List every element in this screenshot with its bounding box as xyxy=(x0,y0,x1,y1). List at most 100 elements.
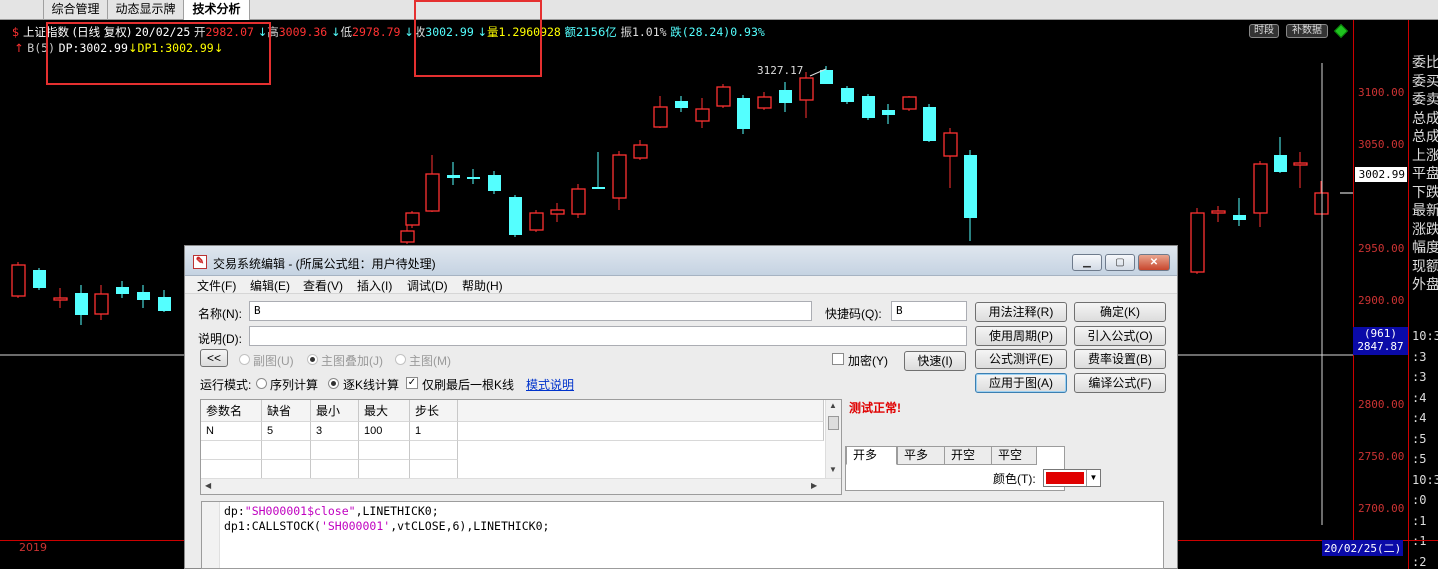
candle-body xyxy=(1253,163,1268,214)
param-cell-empty[interactable] xyxy=(359,460,410,479)
mode-sequence-radio[interactable] xyxy=(256,378,267,389)
menu-insert[interactable]: 插入(I) xyxy=(357,277,392,294)
side-panel-time: :3 xyxy=(1412,349,1427,364)
maximize-button[interactable]: ▢ xyxy=(1105,254,1135,271)
color-dropdown[interactable]: ▼ xyxy=(1043,469,1101,487)
main-chart-radio[interactable] xyxy=(395,354,406,365)
collapse-button[interactable]: << xyxy=(200,349,228,367)
import-formula-button[interactable]: 引入公式(O) xyxy=(1074,326,1166,346)
current-price-badge: 3002.99 xyxy=(1355,167,1407,182)
high-value: 3009.36 xyxy=(278,25,328,39)
run-mode-label: 运行模式: xyxy=(200,378,252,392)
encrypt-checkbox[interactable] xyxy=(832,353,844,365)
compile-formula-button[interactable]: 编译公式(F) xyxy=(1074,373,1166,393)
candle-body xyxy=(964,155,977,218)
chevron-down-icon[interactable]: ▼ xyxy=(1086,470,1100,486)
quick-button[interactable]: 快速(I) xyxy=(904,351,966,371)
menu-help[interactable]: 帮助(H) xyxy=(462,277,503,294)
menu-debug[interactable]: 调试(D) xyxy=(407,277,448,294)
menu-file[interactable]: 文件(F) xyxy=(197,277,236,294)
side-panel-time: :4 xyxy=(1412,411,1427,425)
param-cell[interactable]: N xyxy=(201,422,262,441)
candle-body xyxy=(1274,155,1287,172)
param-cell[interactable]: 5 xyxy=(262,422,311,441)
subchart-radio[interactable] xyxy=(239,354,250,365)
time-segment-button[interactable]: 时段 xyxy=(1249,24,1279,38)
param-cell[interactable]: 3 xyxy=(311,422,359,441)
mode-per-kline-radio[interactable] xyxy=(328,378,339,389)
crosshair-value: 2847.87 xyxy=(1357,340,1404,353)
scroll-down-arrow-icon[interactable]: ▼ xyxy=(829,465,837,474)
name-field[interactable]: B xyxy=(249,301,812,321)
color-label: 颜色(T): xyxy=(993,472,1036,486)
fee-settings-button[interactable]: 费率设置(B) xyxy=(1074,349,1166,369)
tab-technical-analysis[interactable]: 技术分析 xyxy=(184,0,250,20)
only-last-kline-checkbox[interactable]: ✓ xyxy=(406,377,418,389)
app-icon: ✎ xyxy=(193,255,207,269)
table-vertical-scrollbar[interactable]: ▲ ▼ xyxy=(825,400,841,478)
description-field[interactable] xyxy=(249,326,967,346)
minimize-button[interactable]: ▁ xyxy=(1072,254,1102,271)
candle-body xyxy=(675,101,688,108)
candle-body xyxy=(405,212,420,226)
ok-button[interactable]: 确定(K) xyxy=(1074,302,1166,322)
shortcut-field[interactable]: B xyxy=(891,301,967,321)
tab-overview[interactable]: 综合管理 xyxy=(44,0,108,20)
candle-body xyxy=(75,293,88,315)
candle-body xyxy=(400,230,415,243)
indicator-dollar-icon[interactable]: $ xyxy=(12,25,19,39)
side-panel-label: 最新 xyxy=(1412,203,1438,219)
overlay-radio[interactable] xyxy=(307,354,318,365)
side-panel-time: :4 xyxy=(1412,390,1427,405)
formula-code-editor[interactable]: dp:"SH000001$close",LINETHICK0; dp1:CALL… xyxy=(201,501,1164,569)
param-cell-empty[interactable] xyxy=(201,441,262,460)
tab-close-short[interactable]: 平空 xyxy=(991,446,1037,465)
scroll-right-arrow-icon[interactable]: ▶ xyxy=(811,481,817,490)
tab-dynamic-board[interactable]: 动态显示牌 xyxy=(108,0,184,20)
candle-body xyxy=(612,154,627,199)
candle-body xyxy=(571,188,586,215)
scroll-thumb[interactable] xyxy=(828,416,839,430)
scroll-up-arrow-icon[interactable]: ▲ xyxy=(829,401,837,410)
amplitude-value: 1.01% xyxy=(631,25,667,39)
param-cell-empty[interactable] xyxy=(262,441,311,460)
param-cell-empty[interactable] xyxy=(410,460,458,479)
apply-to-chart-button[interactable]: 应用于图(A) xyxy=(975,373,1067,393)
param-cell-empty[interactable] xyxy=(311,460,359,479)
main-chart-label: 主图(M) xyxy=(409,354,451,368)
scroll-left-arrow-icon[interactable]: ◀ xyxy=(205,481,211,490)
candle-body xyxy=(550,209,565,215)
top-tab-bar: 综合管理 动态显示牌 技术分析 xyxy=(0,0,1438,20)
peak-price-label: 3127.17 xyxy=(757,64,804,77)
y-tick: 2700.00 xyxy=(1358,502,1405,515)
dialog-titlebar[interactable]: ✎ 交易系统编辑 - (所属公式组：用户待处理) ▁ ▢ ✕ xyxy=(185,246,1177,276)
candle-body xyxy=(53,297,68,301)
param-cell[interactable]: 1 xyxy=(410,422,458,441)
candle-body xyxy=(841,88,854,102)
tab-open-short[interactable]: 开空 xyxy=(944,446,992,465)
param-cell-empty[interactable] xyxy=(201,460,262,479)
parameter-table[interactable]: 参数名 缺省 最小 最大 步长 N 5 3 100 1 ▲ ▼ ◀ ▶ xyxy=(200,399,842,495)
table-horizontal-scrollbar[interactable]: ◀ ▶ xyxy=(201,478,841,494)
candle-body xyxy=(943,132,958,157)
param-cell[interactable]: 100 xyxy=(359,422,410,441)
param-cell-empty[interactable] xyxy=(262,460,311,479)
param-cell-empty[interactable] xyxy=(311,441,359,460)
fill-data-button[interactable]: 补数据 xyxy=(1286,24,1328,38)
param-cell-empty[interactable] xyxy=(359,441,410,460)
menu-bar: 文件(F) 编辑(E) 查看(V) 插入(I) 调试(D) 帮助(H) xyxy=(185,276,1177,294)
menu-edit[interactable]: 编辑(E) xyxy=(250,277,290,294)
formula-test-button[interactable]: 公式测评(E) xyxy=(975,349,1067,369)
candle-body xyxy=(425,173,440,212)
use-period-button[interactable]: 使用周期(P) xyxy=(975,326,1067,346)
tab-close-long[interactable]: 平多 xyxy=(897,446,945,465)
usage-notes-button[interactable]: 用法注释(R) xyxy=(975,302,1067,322)
close-button[interactable]: ✕ xyxy=(1138,254,1170,271)
side-panel-label: 总成 xyxy=(1412,110,1438,127)
candle-body xyxy=(137,292,150,300)
menu-view[interactable]: 查看(V) xyxy=(303,277,343,294)
param-cell-empty[interactable] xyxy=(410,441,458,460)
tab-blank xyxy=(0,0,44,20)
mode-help-link[interactable]: 模式说明 xyxy=(526,376,574,393)
tab-open-long[interactable]: 开多 xyxy=(846,446,897,465)
